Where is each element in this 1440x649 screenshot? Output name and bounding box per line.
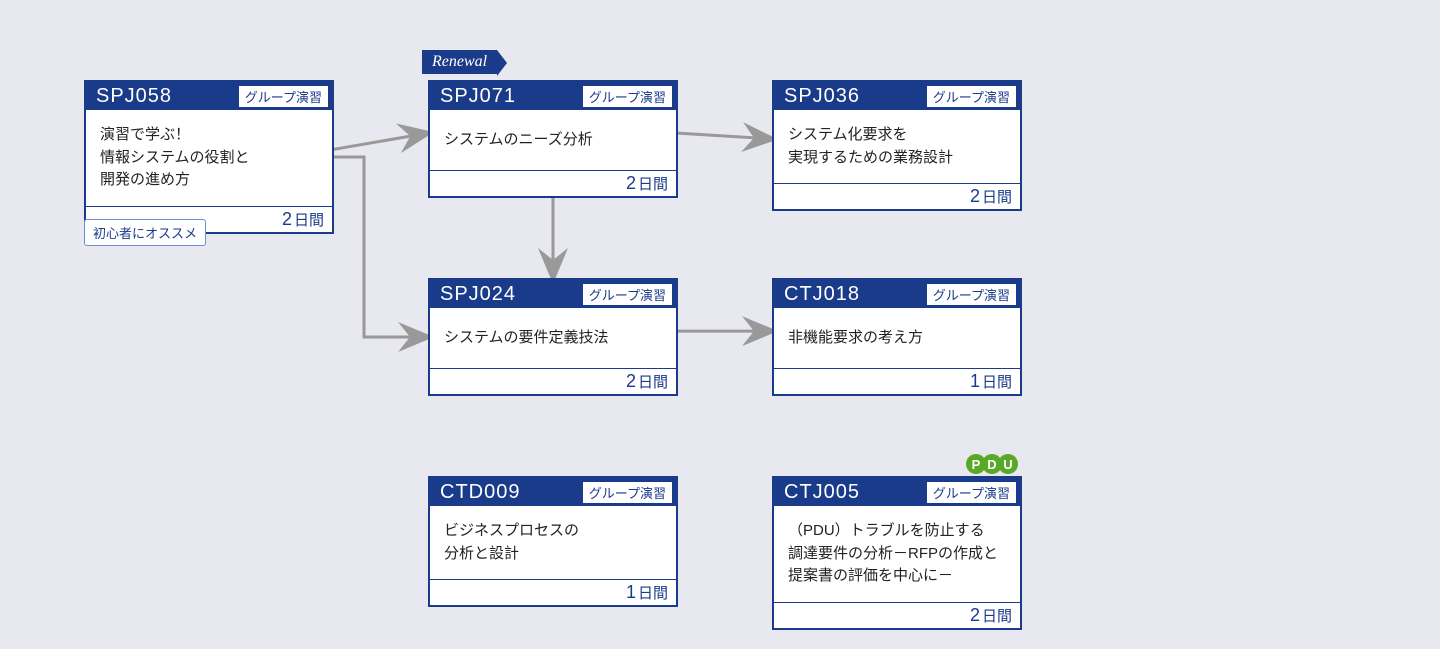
course-duration: 2日間 bbox=[774, 183, 1020, 209]
card-head: CTJ005 グループ演習 bbox=[774, 478, 1020, 506]
course-duration: 2日間初心者にオススメ bbox=[86, 206, 332, 232]
course-code: CTJ018 bbox=[784, 283, 860, 306]
tag-group-exercise: グループ演習 bbox=[239, 86, 328, 107]
duration-number: 2 bbox=[970, 605, 980, 625]
duration-unit: 日間 bbox=[294, 212, 324, 229]
duration-unit: 日間 bbox=[982, 189, 1012, 206]
course-code: CTD009 bbox=[440, 481, 520, 504]
badge-beginner: 初心者にオススメ bbox=[84, 219, 206, 246]
course-title: 非機能要求の考え方 bbox=[774, 308, 1020, 368]
badge-pdu-letter: U bbox=[998, 454, 1018, 474]
course-title: システムのニーズ分析 bbox=[430, 110, 676, 170]
course-code: SPJ024 bbox=[440, 283, 516, 306]
duration-number: 2 bbox=[970, 186, 980, 206]
connector-spj071-spj036 bbox=[678, 133, 772, 139]
course-card-ctj005[interactable]: PDUCTJ005グループ演習（PDU）トラブルを防止する調達要件の分析－RFP… bbox=[772, 476, 1022, 630]
card-head: SPJ024 グループ演習 bbox=[430, 280, 676, 308]
course-title: 演習で学ぶ！情報システムの役割と開発の進め方 bbox=[86, 110, 332, 206]
badge-pdu: PDU bbox=[970, 454, 1018, 474]
card-head: CTD009 グループ演習 bbox=[430, 478, 676, 506]
card-head: SPJ036 グループ演習 bbox=[774, 82, 1020, 110]
course-card-spj058[interactable]: SPJ058 グループ演習演習で学ぶ！情報システムの役割と開発の進め方2日間初心者… bbox=[84, 80, 334, 234]
connector-spj058-spj024 bbox=[334, 157, 428, 337]
tag-group-exercise: グループ演習 bbox=[583, 86, 672, 107]
card-head: SPJ058 グループ演習 bbox=[86, 82, 332, 110]
tag-group-exercise: グループ演習 bbox=[927, 482, 1016, 503]
course-code: CTJ005 bbox=[784, 481, 860, 504]
duration-number: 2 bbox=[282, 209, 292, 229]
course-code: SPJ036 bbox=[784, 85, 860, 108]
duration-number: 2 bbox=[626, 371, 636, 391]
duration-unit: 日間 bbox=[638, 585, 668, 602]
card-head: SPJ071 グループ演習 bbox=[430, 82, 676, 110]
duration-number: 1 bbox=[970, 371, 980, 391]
course-card-spj071[interactable]: RenewalSPJ071グループ演習システムのニーズ分析2日間 bbox=[428, 80, 678, 198]
duration-unit: 日間 bbox=[982, 374, 1012, 391]
course-duration: 1日間 bbox=[430, 579, 676, 605]
duration-unit: 日間 bbox=[638, 374, 668, 391]
course-card-ctj018[interactable]: CTJ018グループ演習非機能要求の考え方1日間 bbox=[772, 278, 1022, 396]
course-title: システムの要件定義技法 bbox=[430, 308, 676, 368]
course-card-spj024[interactable]: SPJ024グループ演習システムの要件定義技法2日間 bbox=[428, 278, 678, 396]
duration-number: 2 bbox=[626, 173, 636, 193]
course-duration: 2日間 bbox=[774, 602, 1020, 628]
tag-group-exercise: グループ演習 bbox=[583, 284, 672, 305]
course-title: （PDU）トラブルを防止する調達要件の分析－RFPの作成と提案書の評価を中心に－ bbox=[774, 506, 1020, 602]
card-head: CTJ018 グループ演習 bbox=[774, 280, 1020, 308]
course-card-ctd009[interactable]: CTD009グループ演習ビジネスプロセスの分析と設計1日間 bbox=[428, 476, 678, 607]
badge-renewal: Renewal bbox=[422, 50, 497, 74]
tag-group-exercise: グループ演習 bbox=[583, 482, 672, 503]
tag-group-exercise: グループ演習 bbox=[927, 86, 1016, 107]
duration-unit: 日間 bbox=[638, 176, 668, 193]
course-duration: 1日間 bbox=[774, 368, 1020, 394]
duration-unit: 日間 bbox=[982, 608, 1012, 625]
course-duration: 2日間 bbox=[430, 170, 676, 196]
course-card-spj036[interactable]: SPJ036グループ演習システム化要求を実現するための業務設計2日間 bbox=[772, 80, 1022, 211]
tag-group-exercise: グループ演習 bbox=[927, 284, 1016, 305]
duration-number: 1 bbox=[626, 582, 636, 602]
connector-spj058-spj071 bbox=[334, 133, 428, 149]
course-duration: 2日間 bbox=[430, 368, 676, 394]
course-title: ビジネスプロセスの分析と設計 bbox=[430, 506, 676, 579]
course-code: SPJ071 bbox=[440, 85, 516, 108]
course-code: SPJ058 bbox=[96, 85, 172, 108]
course-title: システム化要求を実現するための業務設計 bbox=[774, 110, 1020, 183]
